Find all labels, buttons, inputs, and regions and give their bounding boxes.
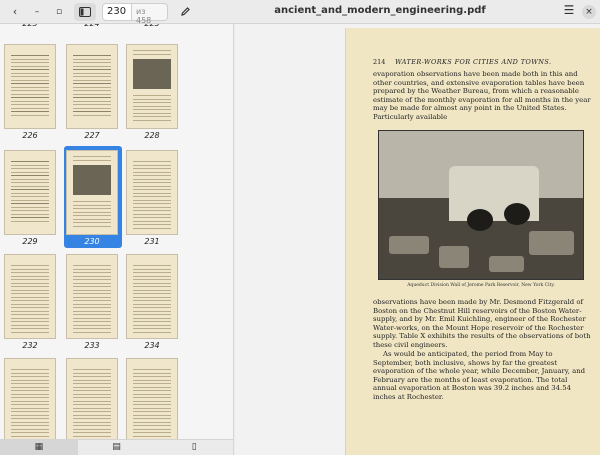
grid-icon: ▦ bbox=[34, 442, 44, 452]
page-number: 214 bbox=[373, 58, 386, 66]
outline-tab[interactable]: ▤ bbox=[78, 440, 156, 455]
back-button[interactable]: ‹ bbox=[4, 3, 26, 21]
hamburger-icon: ☰ bbox=[563, 3, 575, 17]
page-thumbnail[interactable] bbox=[66, 254, 118, 339]
window-title: ancient_and_modern_engineering.pdf bbox=[274, 5, 486, 16]
thumbnail-page-number: 225 bbox=[132, 24, 172, 28]
page-thumbnail[interactable] bbox=[4, 358, 56, 439]
sidebar-icon bbox=[79, 6, 91, 17]
page-thumbnail[interactable] bbox=[66, 150, 118, 235]
page-thumbnail[interactable] bbox=[126, 150, 178, 235]
page-count-label: из 458 bbox=[132, 2, 168, 25]
annotate-button[interactable] bbox=[174, 3, 196, 21]
bookmarks-tab[interactable]: ▯ bbox=[155, 440, 233, 455]
document-view[interactable]: 214 WATER-WORKS FOR CITIES AND TOWNS. ev… bbox=[235, 24, 600, 455]
thumbnail-page-number: 233 bbox=[84, 341, 100, 350]
thumbnail-page-number: 224 bbox=[72, 24, 112, 28]
page-number-input[interactable] bbox=[102, 2, 132, 21]
bookmark-icon: ▯ bbox=[191, 442, 197, 452]
document-viewer-window: ‹ – ▫ из 458 ancient_and_modern_engineer… bbox=[0, 0, 600, 455]
paragraph: As would be anticipated, the period from… bbox=[373, 350, 586, 401]
photo-figure bbox=[378, 130, 584, 280]
thumbnails-tab[interactable]: ▦ bbox=[0, 440, 78, 455]
minimize-icon[interactable]: – bbox=[26, 3, 48, 21]
chevron-left-icon: ‹ bbox=[12, 5, 18, 18]
thumbnail-sidebar[interactable]: 223 224 225 226 227 228 229 230 231 232 233 234 bbox=[0, 24, 234, 439]
page-thumbnail[interactable] bbox=[126, 44, 178, 129]
main-menu-button[interactable]: ☰ bbox=[560, 3, 578, 21]
close-icon: × bbox=[585, 7, 593, 17]
thumbnail-page-number: 223 bbox=[10, 24, 50, 28]
thumbnail-page-number: 228 bbox=[144, 131, 160, 140]
close-button[interactable]: × bbox=[582, 5, 596, 19]
sidebar-toggle-button[interactable] bbox=[74, 2, 96, 21]
pencil-icon bbox=[180, 7, 190, 16]
thumbnail-page-number: 226 bbox=[22, 131, 38, 140]
pdf-page: 214 WATER-WORKS FOR CITIES AND TOWNS. ev… bbox=[345, 28, 600, 455]
page-thumbnail[interactable] bbox=[126, 254, 178, 339]
thumbnail-page-number: 229 bbox=[22, 237, 38, 246]
restore-icon[interactable]: ▫ bbox=[48, 3, 70, 21]
running-title: WATER-WORKS FOR CITIES AND TOWNS. bbox=[395, 58, 552, 66]
page-entry: из 458 bbox=[102, 2, 168, 25]
comment-icon: ▤ bbox=[112, 442, 121, 452]
thumbnail-page-number: 227 bbox=[84, 131, 100, 140]
page-thumbnail[interactable] bbox=[4, 44, 56, 129]
page-thumbnail[interactable] bbox=[126, 358, 178, 439]
page-thumbnail[interactable] bbox=[4, 254, 56, 339]
paragraph: evaporation observations have been made … bbox=[373, 70, 591, 121]
sidebar-tabs: ▦ ▤ ▯ bbox=[0, 439, 234, 455]
header-bar: ‹ – ▫ из 458 ancient_and_modern_engineer… bbox=[0, 0, 600, 25]
figure-caption: Aqueduct Division Wall of Jerome Park Re… bbox=[407, 283, 555, 288]
thumbnail-page-number: 230 bbox=[84, 237, 100, 246]
thumbnail-page-number: 231 bbox=[144, 237, 160, 246]
paragraph: observations have been made by Mr. Desmo… bbox=[373, 298, 591, 349]
thumbnail-page-number: 232 bbox=[22, 341, 38, 350]
page-thumbnail[interactable] bbox=[66, 358, 118, 439]
page-thumbnail[interactable] bbox=[66, 44, 118, 129]
page-thumbnail[interactable] bbox=[4, 150, 56, 235]
thumbnail-page-number: 234 bbox=[144, 341, 160, 350]
page-header: 214 WATER-WORKS FOR CITIES AND TOWNS. bbox=[373, 58, 592, 66]
